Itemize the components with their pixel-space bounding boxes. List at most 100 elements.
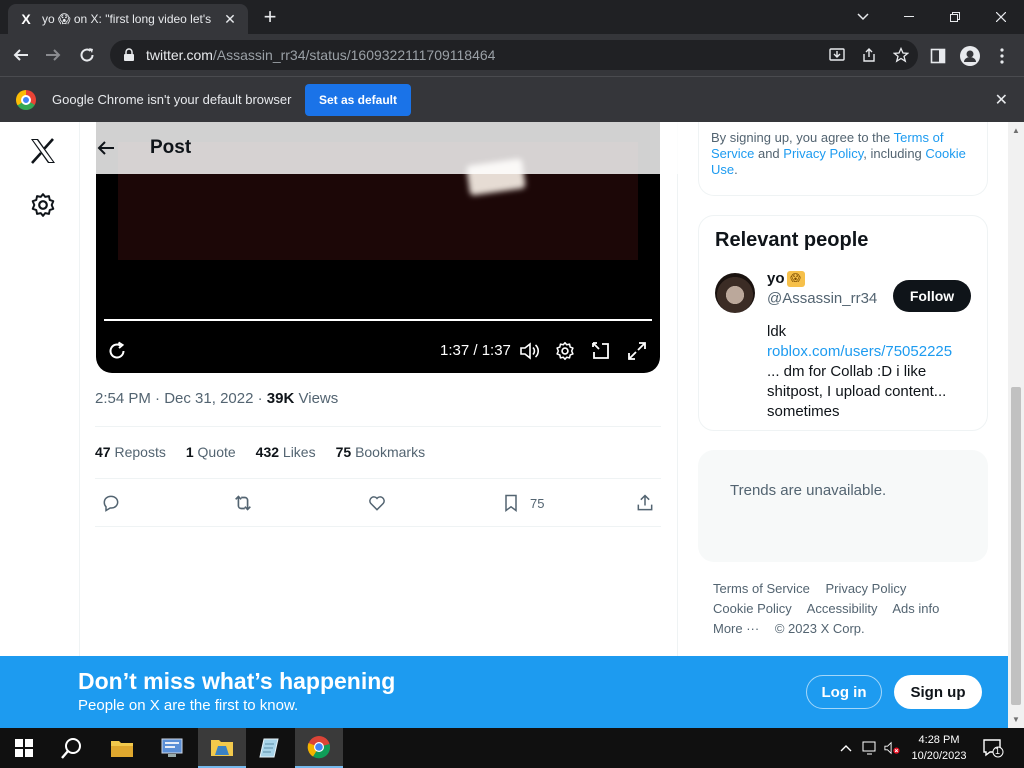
privacy-link[interactable]: Privacy Policy: [783, 146, 863, 161]
notification-center-icon[interactable]: 1: [982, 738, 1004, 758]
like-heart-icon[interactable]: [366, 492, 388, 514]
windows-start-icon[interactable]: [0, 728, 48, 768]
login-banner: Don’t miss what’s happening People on X …: [0, 656, 1008, 728]
log-in-button[interactable]: Log in: [806, 675, 882, 709]
address-bar[interactable]: twitter.com/Assassin_rr34/status/1609322…: [110, 40, 918, 70]
side-panel-icon[interactable]: [928, 46, 948, 66]
x-favicon-icon: X: [21, 11, 31, 27]
page-scrollbar[interactable]: ▲ ▼: [1008, 122, 1024, 728]
notification-count: 1: [995, 746, 1001, 756]
fullscreen-icon[interactable]: [626, 340, 648, 362]
views-label: Views: [298, 390, 339, 407]
bookmark-star-icon[interactable]: [892, 46, 910, 64]
set-as-default-button[interactable]: Set as default: [305, 84, 411, 116]
post-stats: 47 Reposts 1 Quote 432 Likes 75 Bookmark…: [95, 444, 425, 460]
bio-link[interactable]: roblox.com/users/75052225: [767, 342, 977, 362]
user-name[interactable]: yo 😱: [767, 270, 805, 287]
trends-card: Trends are unavailable.: [698, 450, 988, 562]
chrome-taskbar-icon[interactable]: [295, 728, 343, 768]
relevant-people-heading: Relevant people: [715, 229, 869, 251]
scroll-up-arrow-icon[interactable]: ▲: [1012, 126, 1020, 135]
likes-stat[interactable]: 432 Likes: [256, 444, 316, 460]
profile-avatar-icon[interactable]: [960, 46, 980, 66]
divider: [95, 526, 661, 527]
taskbar-clock[interactable]: 4:28 PM 10/20/2023: [904, 732, 974, 764]
relevant-people-card: Relevant people yo 😱 @Assassin_rr34 Foll…: [698, 215, 988, 431]
back-arrow-icon[interactable]: [94, 136, 118, 160]
reply-icon[interactable]: [100, 492, 122, 514]
reposts-stat[interactable]: 47 Reposts: [95, 444, 166, 460]
quote-stat[interactable]: 1 Quote: [186, 444, 236, 460]
scroll-down-arrow-icon[interactable]: ▼: [1012, 715, 1020, 724]
video-settings-icon[interactable]: [554, 340, 576, 362]
minimize-button[interactable]: [886, 0, 932, 34]
tray-chevron-up-icon[interactable]: [838, 740, 854, 756]
repost-icon[interactable]: [232, 492, 254, 514]
windows-taskbar: 4:28 PM 10/20/2023 1: [0, 728, 1024, 768]
bookmark-count: 75: [530, 496, 545, 511]
post-timestamp[interactable]: 2:54 PM · Dec 31, 2022 · 39K Views: [95, 390, 338, 407]
sign-up-button[interactable]: Sign up: [894, 675, 982, 709]
user-bio: ldk roblox.com/users/75052225 ... dm for…: [767, 322, 977, 422]
install-app-icon[interactable]: [828, 46, 846, 64]
divider: [95, 478, 661, 479]
default-browser-infobar: Google Chrome isn't your default browser…: [0, 76, 1024, 122]
replay-icon[interactable]: [106, 340, 128, 362]
new-tab-button[interactable]: +: [258, 6, 282, 30]
footer-accessibility-link[interactable]: Accessibility: [807, 601, 878, 616]
post-date[interactable]: Dec 31, 2022: [164, 390, 253, 407]
restore-button[interactable]: [932, 0, 978, 34]
scream-emoji-icon: 😱: [786, 270, 805, 287]
documents-app-icon[interactable]: [198, 728, 246, 768]
bookmark-icon[interactable]: [500, 492, 522, 514]
network-app-icon[interactable]: [148, 728, 196, 768]
footer-more-button[interactable]: More ···: [713, 621, 759, 636]
main-column: 1:37 / 1:37 Post 2:54 PM · Dec 31, 2022 …: [80, 122, 678, 728]
user-handle[interactable]: @Assassin_rr34: [767, 290, 877, 307]
chrome-menu-icon[interactable]: [992, 46, 1012, 66]
browser-toolbar: twitter.com/Assassin_rr34/status/1609322…: [0, 34, 1024, 76]
tab-close-icon[interactable]: ✕: [222, 11, 238, 28]
footer-terms-link[interactable]: Terms of Service: [713, 581, 810, 596]
tab-search-icon[interactable]: [840, 0, 886, 34]
volume-icon[interactable]: [518, 340, 540, 362]
url-text: twitter.com/Assassin_rr34/status/1609322…: [146, 47, 496, 63]
right-sidebar: By signing up, you agree to the Terms of…: [698, 122, 988, 728]
search-icon[interactable]: [48, 728, 96, 768]
network-tray-icon[interactable]: [862, 740, 878, 756]
divider: [95, 426, 661, 427]
footer-ads-link[interactable]: Ads info: [892, 601, 939, 616]
file-explorer-icon[interactable]: [98, 728, 146, 768]
infobar-close-icon[interactable]: ✕: [995, 90, 1008, 110]
back-arrow-icon[interactable]: [8, 42, 34, 68]
post-time[interactable]: 2:54 PM: [95, 390, 151, 407]
scrollbar-thumb[interactable]: [1011, 387, 1021, 705]
post-actions: 75: [80, 482, 678, 522]
banner-subline: People on X are the first to know.: [78, 697, 299, 714]
browser-tab[interactable]: X yo 😱 on X: "first long video let's ✕: [8, 4, 248, 34]
notepad-app-icon[interactable]: [246, 728, 294, 768]
bookmarks-stat[interactable]: 75 Bookmarks: [336, 444, 426, 460]
follow-button[interactable]: Follow: [893, 280, 971, 312]
tab-title: yo 😱 on X: "first long video let's: [42, 12, 212, 26]
share-icon[interactable]: [860, 46, 878, 64]
infobar-message: Google Chrome isn't your default browser: [52, 92, 292, 107]
share-upload-icon[interactable]: [634, 492, 656, 514]
video-progress-bar[interactable]: [104, 319, 652, 321]
picture-in-picture-icon[interactable]: [590, 340, 612, 362]
volume-muted-tray-icon[interactable]: [884, 740, 900, 756]
x-logo-icon[interactable]: [28, 136, 58, 166]
settings-gear-icon[interactable]: [30, 192, 56, 218]
signup-legal-card: By signing up, you agree to the Terms of…: [698, 122, 988, 196]
close-window-button[interactable]: [978, 0, 1024, 34]
browser-tab-strip: X yo 😱 on X: "first long video let's ✕ +: [0, 0, 1024, 34]
lock-icon[interactable]: [122, 48, 136, 62]
footer-cookie-link[interactable]: Cookie Policy: [713, 601, 792, 616]
forward-arrow-icon[interactable]: [40, 42, 66, 68]
footer-privacy-link[interactable]: Privacy Policy: [825, 581, 906, 596]
copyright: © 2023 X Corp.: [774, 621, 865, 636]
video-time: 1:37 / 1:37: [440, 342, 511, 359]
trends-message: Trends are unavailable.: [730, 482, 887, 499]
avatar[interactable]: [715, 273, 755, 313]
reload-icon[interactable]: [74, 42, 100, 68]
